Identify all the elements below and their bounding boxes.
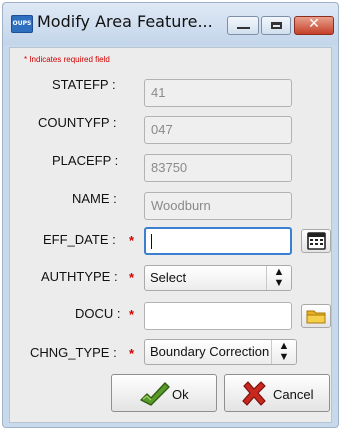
docu-required-marker: * [129, 307, 135, 322]
cancel-button-label: Cancel [273, 387, 314, 402]
maximize-button[interactable] [261, 16, 291, 35]
red-x-icon [242, 381, 266, 406]
placefp-label: PLACEFP : [52, 153, 119, 168]
statefp-field: 41 [144, 79, 292, 107]
eff-date-label: EFF_DATE : [43, 232, 116, 247]
eff-date-input[interactable] [144, 227, 292, 255]
title-bar[interactable]: OUPS Modify Area Feature... ✕ [3, 3, 338, 45]
browse-folder-button[interactable] [301, 304, 331, 328]
close-button[interactable]: ✕ [294, 16, 334, 35]
chng-type-required-marker: * [129, 346, 135, 361]
chng-type-label: CHNG_TYPE : [30, 345, 117, 360]
spinner-arrows-icon: ▲ ▼ [271, 340, 296, 364]
window-title: Modify Area Feature... [37, 12, 213, 31]
green-checkmark-icon [140, 382, 170, 406]
authtype-label: AUTHTYPE : [41, 269, 118, 284]
docu-label: DOCU : [75, 306, 121, 321]
spinner-arrows-icon: ▲ ▼ [266, 266, 291, 290]
countyfp-field: 047 [144, 116, 292, 144]
authtype-required-marker: * [129, 270, 135, 285]
authtype-selected-value: Select [150, 270, 187, 285]
eff-date-required-marker: * [129, 233, 135, 248]
minimize-button[interactable] [227, 16, 259, 35]
countyfp-label: COUNTYFP : [38, 115, 117, 130]
calendar-button[interactable] [301, 229, 331, 253]
ok-button-label: Ok [172, 387, 189, 402]
minimize-icon [237, 27, 250, 29]
maximize-icon [271, 22, 282, 29]
cancel-button[interactable]: Cancel [224, 374, 330, 412]
required-field-note: * Indicates required field [24, 55, 110, 64]
name-field: Woodburn [144, 192, 292, 220]
chng-type-selected-value: Boundary Correction [150, 344, 270, 359]
calendar-icon [307, 232, 326, 250]
chng-type-select[interactable]: Boundary Correction ▲ ▼ [144, 339, 297, 365]
authtype-select[interactable]: Select ▲ ▼ [144, 265, 292, 291]
folder-icon [306, 310, 326, 324]
text-caret [151, 234, 152, 249]
close-icon: ✕ [308, 16, 320, 32]
docu-input[interactable] [144, 302, 292, 330]
placefp-field: 83750 [144, 154, 292, 182]
ok-button[interactable]: Ok [111, 374, 217, 412]
statefp-label: STATEFP : [52, 77, 116, 92]
app-icon: OUPS [11, 15, 33, 33]
name-label: NAME : [72, 191, 117, 206]
